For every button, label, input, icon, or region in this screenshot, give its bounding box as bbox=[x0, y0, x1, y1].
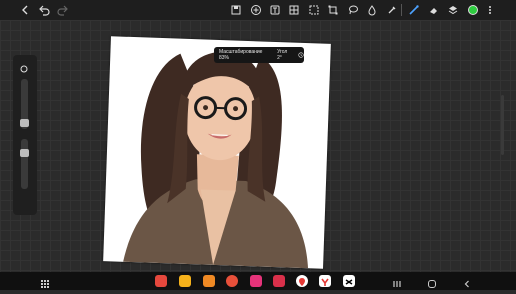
portrait-artwork bbox=[123, 51, 309, 269]
save-icon[interactable] bbox=[229, 3, 243, 17]
color-swatch-icon[interactable] bbox=[466, 3, 480, 17]
recent-apps-icon[interactable] bbox=[392, 276, 402, 287]
android-taskbar bbox=[0, 272, 516, 290]
back-icon[interactable] bbox=[18, 3, 32, 17]
text-icon[interactable] bbox=[268, 3, 282, 17]
reset-view-icon[interactable] bbox=[298, 52, 304, 58]
lasso-icon[interactable] bbox=[346, 3, 360, 17]
toolbar-divider bbox=[401, 4, 402, 16]
layers-icon[interactable] bbox=[446, 3, 460, 17]
transform-icon[interactable] bbox=[326, 3, 340, 17]
undo-icon[interactable] bbox=[37, 3, 51, 17]
app-red-icon[interactable] bbox=[155, 275, 167, 287]
back-nav-icon[interactable] bbox=[462, 276, 472, 288]
fill-icon[interactable] bbox=[365, 3, 379, 17]
app-grid-icon[interactable] bbox=[40, 276, 50, 288]
brush-sidebar bbox=[13, 55, 37, 215]
app-yellow-icon[interactable] bbox=[179, 275, 191, 287]
app-pink-icon[interactable] bbox=[226, 275, 238, 287]
brush-opacity-slider[interactable] bbox=[20, 139, 29, 189]
app-camera-icon[interactable] bbox=[273, 275, 285, 287]
app-yandex-icon[interactable] bbox=[319, 275, 331, 287]
app-orange-icon[interactable] bbox=[203, 275, 215, 287]
redo-icon[interactable] bbox=[56, 3, 70, 17]
brush-size-knob[interactable] bbox=[20, 119, 29, 127]
top-toolbar bbox=[0, 0, 516, 20]
brush-icon[interactable] bbox=[407, 3, 421, 17]
zoom-level-text: Масштабирование 83% bbox=[219, 49, 263, 61]
home-icon[interactable] bbox=[427, 276, 437, 288]
brush-opacity-knob[interactable] bbox=[20, 149, 29, 157]
add-icon[interactable] bbox=[249, 3, 263, 17]
grid-icon[interactable] bbox=[287, 3, 301, 17]
drawing-canvas[interactable] bbox=[103, 36, 331, 269]
app-maps-icon[interactable] bbox=[296, 275, 308, 287]
more-icon[interactable] bbox=[483, 3, 497, 17]
app-flower-icon[interactable] bbox=[250, 275, 262, 287]
brush-size-slider[interactable] bbox=[20, 79, 29, 129]
brush-preview-icon[interactable] bbox=[19, 61, 29, 73]
rotation-angle-text: Угол 2° bbox=[277, 49, 288, 61]
selection-icon[interactable] bbox=[307, 3, 321, 17]
eraser-icon[interactable] bbox=[427, 3, 441, 17]
right-edge-handle[interactable] bbox=[501, 95, 504, 155]
app-capcut-icon[interactable] bbox=[343, 275, 355, 287]
eyedropper-icon[interactable] bbox=[385, 3, 399, 17]
zoom-angle-tooltip: Масштабирование 83% Угол 2° bbox=[214, 47, 304, 63]
